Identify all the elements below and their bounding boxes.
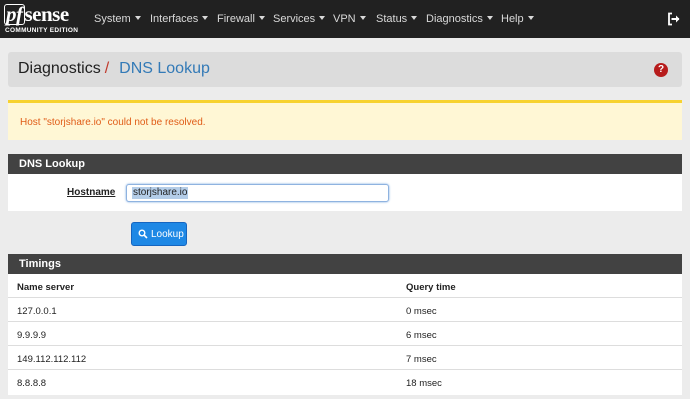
- name-server-cell: 9.9.9.9: [17, 330, 47, 341]
- caret-down-icon: [258, 16, 265, 21]
- table-row: 8.8.8.8 18 msec: [8, 371, 682, 394]
- name-server-cell: 127.0.0.1: [17, 306, 57, 317]
- breadcrumb: Diagnostics / DNS Lookup: [18, 60, 210, 78]
- query-time-cell: 7 msec: [406, 354, 437, 365]
- logo-edition: COMMUNITY EDITION: [5, 27, 79, 34]
- logo-pf: pf: [4, 2, 25, 26]
- breadcrumb-section[interactable]: Diagnostics: [18, 60, 101, 77]
- logo-wordmark: pfsense: [4, 2, 69, 27]
- table-row: 9.9.9.9 6 msec: [8, 323, 682, 346]
- caret-down-icon: [202, 16, 209, 21]
- nav-label: Firewall: [217, 13, 255, 25]
- nav-label: Diagnostics: [426, 13, 483, 25]
- breadcrumb-separator: /: [104, 60, 110, 77]
- nav-interfaces[interactable]: Interfaces: [150, 13, 209, 25]
- question-circle-icon[interactable]: ?: [654, 63, 668, 77]
- name-server-cell: 149.112.112.112: [17, 354, 87, 365]
- nav-vpn[interactable]: VPN: [333, 13, 366, 25]
- nav-label: Help: [501, 13, 524, 25]
- nav-services[interactable]: Services: [273, 13, 326, 25]
- query-time-cell: 6 msec: [406, 330, 437, 341]
- nav-system[interactable]: System: [94, 13, 141, 25]
- nav-diagnostics[interactable]: Diagnostics: [426, 13, 493, 25]
- hostname-input-value: storjshare.io: [132, 187, 189, 199]
- table-header-row: Name server Query time: [8, 275, 682, 298]
- caret-down-icon: [486, 16, 493, 21]
- nav-label: Status: [376, 13, 408, 25]
- breadcrumb-bar: Diagnostics / DNS Lookup ?: [8, 52, 682, 87]
- nav-label: System: [94, 13, 131, 25]
- timings-table: Name server Query time 127.0.0.1 0 msec …: [8, 274, 682, 395]
- caret-down-icon: [319, 16, 326, 21]
- nav-firewall[interactable]: Firewall: [217, 13, 265, 25]
- query-time-cell: 18 msec: [406, 378, 442, 389]
- caret-down-icon: [359, 16, 366, 21]
- caret-down-icon: [411, 16, 418, 21]
- nav-label: Interfaces: [150, 13, 199, 25]
- table-row: 149.112.112.112 7 msec: [8, 347, 682, 370]
- pfsense-logo[interactable]: pfsense COMMUNITY EDITION: [4, 2, 84, 35]
- dns-lookup-panel-body: Hostname storjshare.io: [8, 174, 682, 211]
- sign-out-icon[interactable]: [667, 12, 681, 26]
- lookup-button[interactable]: Lookup: [131, 222, 187, 246]
- warning-alert: Host "storjshare.io" could not be resolv…: [8, 100, 682, 140]
- lookup-button-label: Lookup: [151, 229, 184, 240]
- top-navbar: pfsense COMMUNITY EDITION System Interfa…: [0, 0, 690, 38]
- search-icon: [138, 229, 148, 239]
- column-header-name-server: Name server: [17, 282, 75, 293]
- dns-lookup-panel-header: DNS Lookup: [8, 154, 682, 174]
- timings-panel-header: Timings: [8, 254, 682, 274]
- hostname-input[interactable]: storjshare.io: [126, 184, 389, 202]
- table-row: 127.0.0.1 0 msec: [8, 299, 682, 322]
- column-header-query-time: Query time: [406, 282, 456, 293]
- caret-down-icon: [134, 16, 141, 21]
- query-time-cell: 0 msec: [406, 306, 437, 317]
- hostname-label: Hostname: [67, 187, 116, 198]
- breadcrumb-page[interactable]: DNS Lookup: [119, 60, 210, 77]
- nav-status[interactable]: Status: [376, 13, 418, 25]
- caret-down-icon: [527, 16, 534, 21]
- nav-label: VPN: [333, 13, 356, 25]
- logo-sense: sense: [24, 2, 70, 26]
- name-server-cell: 8.8.8.8: [17, 378, 47, 389]
- nav-label: Services: [273, 13, 316, 25]
- nav-help[interactable]: Help: [501, 13, 534, 25]
- alert-message: Host "storjshare.io" could not be resolv…: [20, 117, 206, 128]
